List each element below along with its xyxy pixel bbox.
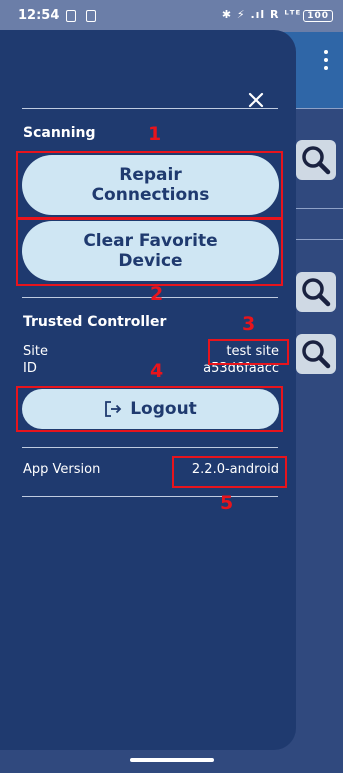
background-search-icon[interactable] [296,140,336,180]
divider [22,108,278,109]
background-divider [293,239,343,240]
annotation-box-3 [208,339,289,365]
background-divider [293,208,343,209]
divider [22,496,278,497]
scanning-heading: Scanning [23,125,96,141]
annotation-box-5 [172,456,287,488]
overflow-menu-icon[interactable] [323,50,329,70]
annotation-number-2: 2 [150,283,164,305]
annotation-box-2 [16,218,283,286]
annotation-number-5: 5 [220,492,234,514]
network-status: ✱ ⚡ .ıl R ᴸᵀᴱ [221,8,302,21]
annotation-number-3: 3 [242,313,256,335]
annotation-number-1: 1 [148,123,162,145]
battery-icon: 100 [303,10,333,22]
status-icons: ✱ ⚡ .ıl R ᴸᵀᴱ 100 [222,8,333,22]
annotation-number-4: 4 [150,360,164,382]
id-label: ID [23,361,37,376]
background-search-icon[interactable] [296,334,336,374]
site-label: Site [23,344,48,359]
app-version-label: App Version [23,462,101,477]
annotation-box-1 [16,151,283,219]
home-indicator[interactable] [130,758,214,762]
trusted-controller-heading: Trusted Controller [23,314,167,330]
notification-icon [66,10,76,22]
status-time: 12:54 [18,8,60,23]
background-search-icon[interactable] [296,272,336,312]
notification-icon [86,10,96,22]
divider [22,447,278,448]
annotation-box-4 [16,386,283,432]
background-divider [293,108,343,109]
status-bar: 12:54 ✱ ⚡ .ıl R ᴸᵀᴱ 100 [0,0,343,32]
